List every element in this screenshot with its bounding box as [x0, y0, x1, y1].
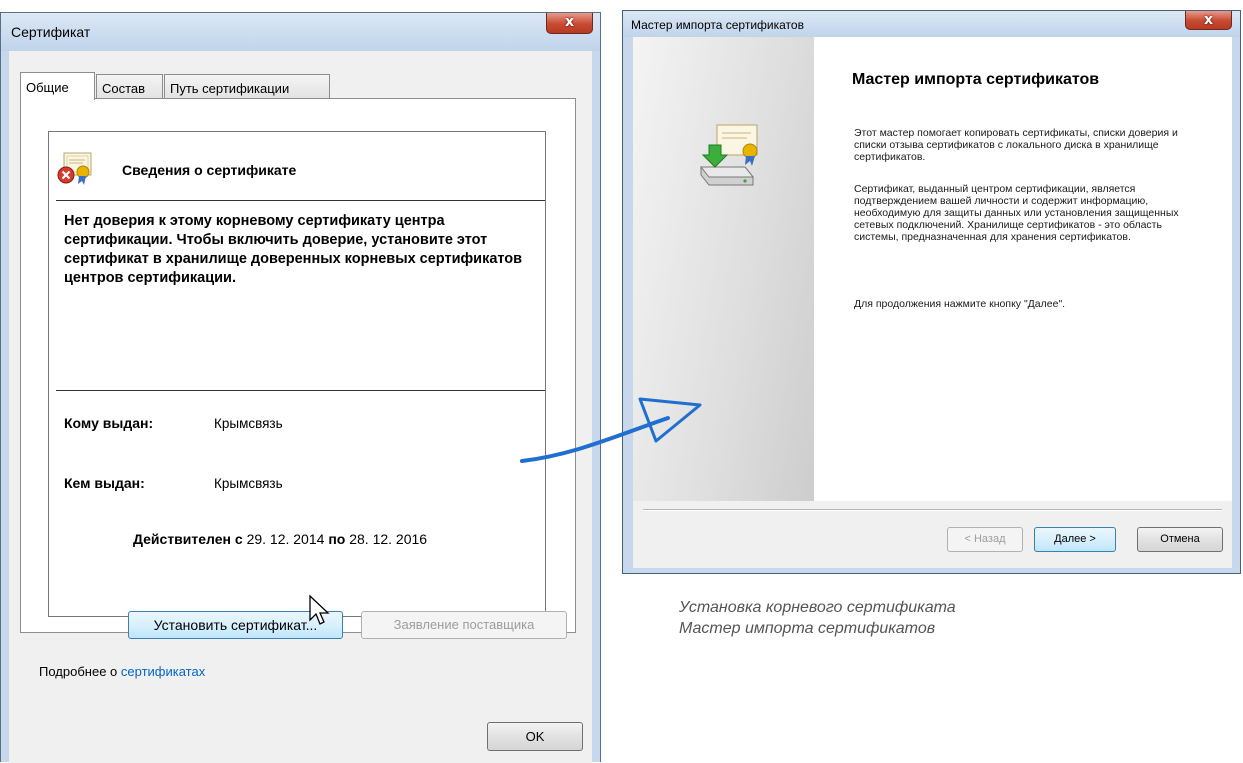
import-wizard-window: Мастер импорта сертификатов x Мастер имп…: [622, 10, 1241, 574]
caption-line-2: Мастер импорта сертификатов: [679, 620, 936, 637]
certificates-help-link[interactable]: сертификатах: [121, 664, 205, 679]
certificate-import-icon: [699, 124, 758, 186]
certificate-info-box: Сведения о сертификате Нет доверия к это…: [48, 131, 546, 617]
cancel-button[interactable]: Отмена: [1137, 527, 1223, 552]
tab-details[interactable]: Состав: [96, 74, 163, 99]
info-separator-bottom: [56, 390, 545, 391]
wizard-paragraph-1: Этот мастер помогает копировать сертифик…: [854, 127, 1178, 163]
wizard-client-area: Мастер импорта сертификатов Этот мастер …: [633, 37, 1232, 568]
mouse-cursor-icon: [309, 594, 330, 625]
tab-general-label: Общие: [26, 80, 69, 95]
wizard-close-button[interactable]: x: [1185, 11, 1232, 30]
certificate-window: Сертификат x Общие Состав Путь сертифика…: [0, 12, 601, 763]
issuer-statement-button[interactable]: Заявление поставщика: [361, 611, 567, 639]
tab-general[interactable]: Общие: [20, 72, 95, 100]
wizard-window-title: Мастер импорта сертификатов: [631, 18, 804, 32]
close-icon: x: [1203, 12, 1214, 28]
valid-to-date: 28. 12. 2016: [349, 531, 428, 547]
issued-to-value: Крымсвязь: [214, 416, 283, 431]
certificate-close-button[interactable]: x: [546, 13, 593, 34]
info-title: Сведения о сертификате: [122, 162, 297, 178]
untrusted-warning-text: Нет доверия к этому корневому сертификат…: [64, 213, 523, 286]
issued-by-label: Кем выдан:: [64, 475, 145, 491]
valid-from-label: Действителен с: [133, 531, 243, 547]
more-info-line: Подробнее о сертификатах: [39, 664, 205, 679]
back-button[interactable]: < Назад: [947, 527, 1023, 552]
general-tab-panel: Сведения о сертификате Нет доверия к это…: [20, 98, 576, 633]
wizard-paragraph-2: Сертификат, выданный центром сертификаци…: [854, 183, 1179, 243]
tab-certification-path[interactable]: Путь сертификации: [164, 74, 330, 99]
tab-details-label: Состав: [102, 81, 146, 96]
more-info-prefix: Подробнее о: [39, 664, 118, 679]
wizard-titlebar[interactable]: Мастер импорта сертификатов x: [623, 11, 1240, 37]
wizard-heading: Мастер импорта сертификатов: [852, 71, 1100, 88]
valid-from-date: 29. 12. 2014: [246, 531, 325, 547]
wizard-paragraph-3: Для продолжения нажмите кнопку "Далее".: [854, 298, 1066, 310]
blue-arrow-icon: [520, 397, 702, 463]
close-icon: x: [564, 14, 575, 30]
wizard-footer-separator: [643, 509, 1222, 511]
caption-line-1: Установка корневого сертификата: [679, 599, 956, 616]
info-separator-top: [56, 200, 545, 201]
next-button[interactable]: Далее >: [1034, 527, 1116, 552]
tab-certification-path-label: Путь сертификации: [170, 81, 290, 96]
valid-to-label: по: [328, 531, 346, 547]
issued-to-label: Кому выдан:: [64, 415, 154, 431]
ok-button[interactable]: OK: [487, 722, 583, 751]
certificate-window-title: Сертификат: [11, 24, 91, 40]
issued-by-value: Крымсвязь: [214, 476, 283, 491]
certificate-titlebar[interactable]: Сертификат x: [1, 13, 600, 51]
wizard-content: Мастер импорта сертификатов Этот мастер …: [814, 37, 1232, 501]
untrusted-certificate-icon: [57, 152, 92, 185]
validity-period: Действителен с 29. 12. 2014 по 28. 12. 2…: [133, 531, 427, 547]
certificate-client-area: Общие Состав Путь сертификации Сведения …: [9, 51, 592, 763]
